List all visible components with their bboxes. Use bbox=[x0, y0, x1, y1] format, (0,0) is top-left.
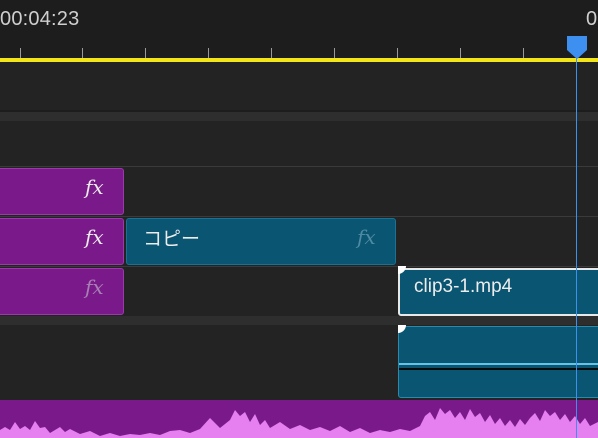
current-timecode: 00:04:23 bbox=[0, 8, 80, 30]
time-ruler[interactable]: 00:04:23 0 bbox=[0, 0, 598, 60]
track-v5[interactable] bbox=[0, 62, 598, 110]
track-divider bbox=[0, 316, 598, 325]
clip-name: コピー bbox=[143, 229, 201, 250]
ruler-tick bbox=[145, 48, 146, 58]
playhead-handle-icon[interactable] bbox=[566, 36, 588, 60]
audio-volume-line[interactable] bbox=[399, 363, 598, 365]
ruler-tick bbox=[82, 48, 83, 58]
ruler-tick bbox=[208, 48, 209, 58]
fx-badge: fx bbox=[85, 175, 104, 199]
fx-badge: fx bbox=[85, 225, 104, 249]
clip-a1-audio[interactable] bbox=[398, 326, 598, 398]
fx-badge: fx bbox=[357, 225, 376, 249]
ruler-tick bbox=[271, 48, 272, 58]
clip-v2-left[interactable]: fx bbox=[0, 218, 124, 265]
audio-track-a2[interactable] bbox=[0, 400, 598, 438]
track-v4[interactable] bbox=[0, 121, 598, 166]
ruler-tick bbox=[397, 48, 398, 58]
ruler-tick bbox=[20, 48, 21, 58]
clip-v3-left[interactable]: fx bbox=[0, 168, 124, 215]
ruler-tick bbox=[523, 48, 524, 58]
clip-name: clip3-1.mp4 bbox=[414, 276, 513, 297]
audio-waveform bbox=[0, 408, 598, 438]
track-divider bbox=[0, 112, 598, 121]
clip-v2-copy[interactable]: コピー fx bbox=[126, 218, 396, 265]
ruler-tick bbox=[460, 48, 461, 58]
clip-v1-left[interactable]: fx bbox=[0, 268, 124, 315]
ruler-tick bbox=[334, 48, 335, 58]
clip-v1-selected[interactable]: clip3-1.mp4 bbox=[398, 268, 598, 316]
next-timecode: 0 bbox=[586, 8, 598, 30]
audio-channel-divider bbox=[399, 368, 598, 370]
playhead-line[interactable] bbox=[576, 40, 577, 438]
fx-badge: fx bbox=[85, 275, 104, 299]
